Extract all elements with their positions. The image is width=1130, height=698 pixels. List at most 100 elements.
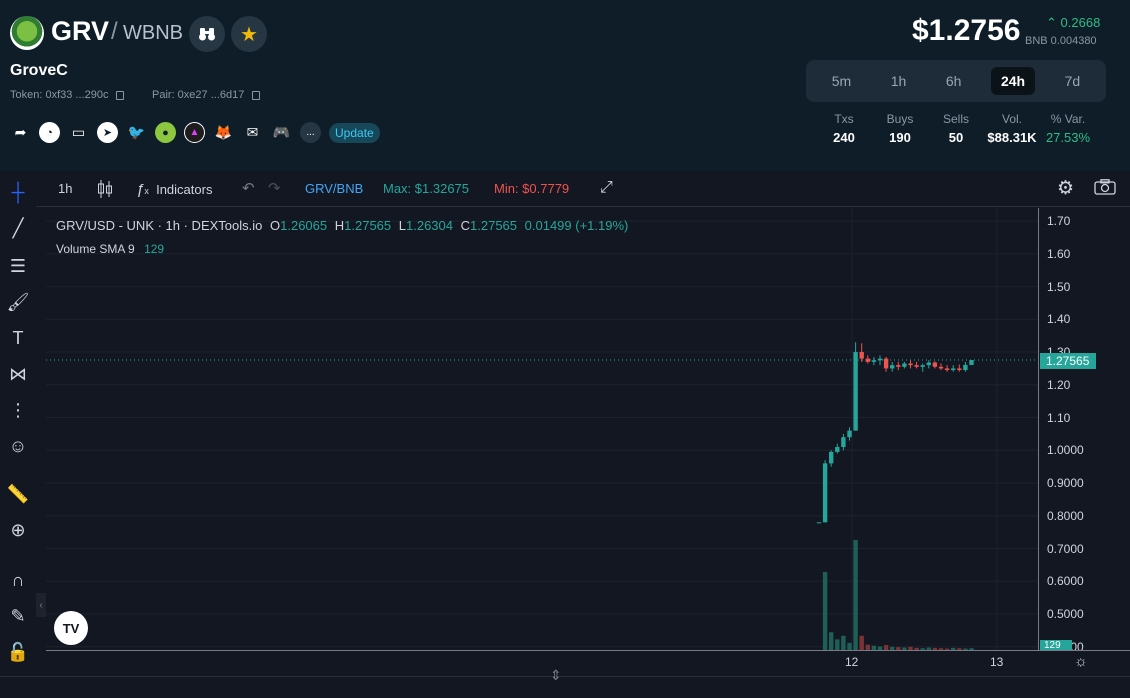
favorite-button[interactable]: ★ [231,16,267,52]
candle-body [932,362,938,367]
stat-value: 190 [889,130,911,145]
y-tick: 1.70 [1047,214,1071,229]
lock-drawing-icon[interactable]: ✎ [6,604,30,628]
coingecko-icon[interactable]: ● [155,122,176,143]
chevron-left-icon: ‹ [39,599,43,611]
telegram-icon[interactable]: ➤ [97,122,118,143]
zoom-icon[interactable]: ⊕ [6,518,30,542]
copy-pair-icon[interactable] [252,90,261,100]
candle-body [914,365,919,367]
candle-body [865,358,870,362]
magnet-icon[interactable]: ∩ [6,568,30,592]
chart-legend: GRV/USD - UNK · 1h · DEXTools.io O1.2606… [56,218,628,233]
chart-site-icon[interactable]: ◔ [39,122,60,143]
screenshot-button[interactable] [1094,179,1116,198]
discord-icon[interactable]: 🎮 [271,122,292,143]
emoji-icon[interactable]: ☺ [6,434,30,458]
token-name: GroveC [10,62,68,79]
brush-icon[interactable]: 🖌 [6,290,30,314]
timeframe-24h[interactable]: 24h [990,67,1036,95]
candle-body [969,360,974,365]
text-icon[interactable]: T [6,326,30,350]
candles-icon [98,180,112,198]
volume-sma-label: Volume SMA 9 [56,242,135,256]
candle-body [896,365,901,367]
binoculars-button[interactable] [189,16,225,52]
volume-bar [822,571,828,650]
axis-settings-icon[interactable]: ☼ [1074,653,1088,670]
resize-handle-icon[interactable]: ⇕ [550,667,562,684]
price-chart[interactable] [46,208,1038,650]
metamask-icon[interactable]: 🦊 [213,122,234,143]
candle-body [877,358,883,361]
y-tick: 0.7000 [1047,541,1084,556]
timeframe-selector: 5m 1h 6h 24h 7d [806,60,1106,102]
volume-bar [853,540,858,650]
current-price: $1.2756 [912,14,1021,47]
timeframe-1h[interactable]: 1h [881,67,917,95]
tradingview-logo[interactable]: TV [54,611,88,645]
legend-close: 1.27565 [470,218,518,233]
timeframe-5m[interactable]: 5m [822,67,861,95]
fullscreen-icon[interactable]: ⤢ [600,179,613,197]
twitter-icon[interactable]: 🐦 [126,122,147,143]
pair-toggle-button[interactable]: GRV/BNB [305,181,363,196]
candle-style-button[interactable] [97,179,113,202]
legend-change: 0.01499 (+1.19%) [524,218,629,233]
fib-lines-icon[interactable]: ☰ [6,254,30,278]
volume-sma-value: 129 [144,242,165,256]
legend-high-label: H [334,218,345,233]
indicators-button[interactable]: ƒx Indicators [136,181,212,198]
candle-body [859,352,864,359]
candle-body [871,360,877,362]
time-axis[interactable] [46,650,1130,676]
indicators-label: Indicators [156,182,213,197]
social-links: ➦ ◔ ▭ ➤ 🐦 ● ▲ 🦊 ✉ 🎮 ... Update [10,122,380,143]
y-tick: 1.20 [1047,377,1071,392]
update-button[interactable]: Update [329,122,380,143]
undo-icon[interactable]: ↶ [242,179,255,197]
crosshair-icon[interactable]: ┼ [6,180,30,204]
collapse-toolbar-button[interactable]: ‹ [36,593,46,617]
volume-bar [859,635,864,650]
volume-bar [835,639,840,650]
quote-symbol: WBNB [123,22,183,44]
y-tick: 1.10 [1047,410,1071,425]
token-logo [10,16,44,50]
redo-icon[interactable]: ↷ [268,179,281,197]
candle-body [829,451,834,464]
pattern-icon[interactable]: ⋈ [6,362,30,386]
interval-button[interactable]: 1h [58,181,72,196]
price-change-value: 0.2668 [1060,15,1101,30]
candle-body [847,430,852,438]
unlock-icon[interactable]: 🔓 [6,640,30,664]
candle-body [957,368,962,371]
ruler-icon[interactable]: 📏 [6,482,30,506]
poocoin-icon[interactable]: ▲ [184,122,205,143]
candle-body [926,362,931,366]
up-arrow-icon: ⌃ [1046,15,1057,30]
price-axis[interactable]: 1.701.601.501.401.301.201.101.00000.9000… [1038,208,1130,654]
pair-address: Pair: 0xe27 ...6d17 [152,89,261,101]
more-links-button[interactable]: ... [300,122,321,143]
y-tick: 0.5000 [1047,606,1084,621]
timeframe-6h[interactable]: 6h [936,67,972,95]
trendline-icon[interactable]: ╱ [6,216,30,240]
copy-token-icon[interactable] [116,90,125,100]
token-address: Token: 0xf33 ...290c [10,89,125,101]
forecast-icon[interactable]: ⋮ [6,398,30,422]
camera-icon [1094,179,1116,195]
volume-bar [847,642,852,650]
timeframe-7d[interactable]: 7d [1055,67,1091,95]
token-symbol: GRV [51,16,110,46]
share-icon[interactable]: ➦ [10,122,31,143]
stat-value: 240 [833,130,855,145]
email-icon[interactable]: ✉ [242,122,263,143]
candle-body [853,352,858,431]
candle-body [841,437,846,448]
settings-gear-icon[interactable]: ⚙ [1057,177,1074,200]
legend-high: 1.27565 [344,218,392,233]
website-icon[interactable]: ▭ [68,122,89,143]
token-header: GRV / WBNB ★ GroveC Token: 0xf33 ...290c… [0,0,1130,171]
x-tick-12: 12 [845,655,859,669]
